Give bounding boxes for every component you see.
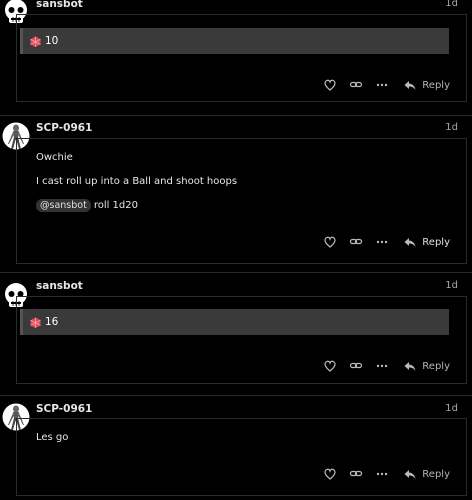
heart-icon[interactable] — [317, 235, 343, 249]
reply-icon — [404, 238, 416, 247]
roll-result-box: 10 — [20, 28, 449, 54]
die-icon — [30, 36, 41, 47]
roll-result-box: 16 — [20, 309, 449, 335]
roll-result: 16 — [45, 316, 59, 328]
post-actions: Reply — [317, 235, 450, 249]
reply-button[interactable]: Reply — [403, 78, 450, 92]
post-actions: Reply — [317, 78, 450, 92]
post-date[interactable]: 1d — [445, 403, 458, 414]
post-body — [16, 418, 467, 496]
post-date[interactable]: 1d — [445, 280, 458, 291]
post-date[interactable]: 1d — [445, 122, 458, 133]
post-text-line: @sansbot roll 1d20 — [36, 199, 138, 212]
reply-icon — [404, 81, 416, 90]
post-username[interactable]: sansbot — [36, 280, 83, 292]
post-text-line: Owchie — [36, 152, 73, 163]
reply-icon — [404, 470, 416, 479]
post-actions: Reply — [317, 467, 450, 481]
reply-button[interactable]: Reply — [403, 359, 450, 373]
reply-button[interactable]: Reply — [403, 467, 450, 481]
link-icon[interactable] — [343, 78, 369, 92]
heart-icon[interactable] — [317, 359, 343, 373]
ellipsis-icon[interactable] — [369, 78, 395, 92]
post-divider — [0, 115, 472, 116]
post-username[interactable]: sansbot — [36, 0, 83, 10]
post-text-line: I cast roll up into a Ball and shoot hoo… — [36, 176, 238, 187]
link-icon[interactable] — [343, 359, 369, 373]
mention-link[interactable]: @sansbot — [36, 199, 91, 212]
die-icon — [30, 317, 41, 328]
post-divider — [0, 395, 472, 396]
post-divider — [0, 272, 472, 273]
heart-icon[interactable] — [317, 467, 343, 481]
ellipsis-icon[interactable] — [369, 235, 395, 249]
reply-label: Reply — [422, 468, 450, 480]
reply-label: Reply — [422, 236, 450, 248]
post-actions: Reply — [317, 359, 450, 373]
post-date[interactable]: 1d — [445, 0, 458, 9]
ellipsis-icon[interactable] — [369, 467, 395, 481]
post-username[interactable]: SCP-0961 — [36, 122, 92, 134]
heart-icon[interactable] — [317, 78, 343, 92]
post-text-line: Les go — [36, 432, 69, 443]
roll-result: 10 — [45, 35, 59, 47]
link-icon[interactable] — [343, 467, 369, 481]
reply-button[interactable]: Reply — [403, 235, 450, 249]
mention-suffix: roll 1d20 — [93, 200, 138, 211]
reply-label: Reply — [422, 79, 450, 91]
post-username[interactable]: SCP-0961 — [36, 403, 92, 415]
reply-icon — [404, 362, 416, 371]
ellipsis-icon[interactable] — [369, 359, 395, 373]
link-icon[interactable] — [343, 235, 369, 249]
reply-label: Reply — [422, 360, 450, 372]
